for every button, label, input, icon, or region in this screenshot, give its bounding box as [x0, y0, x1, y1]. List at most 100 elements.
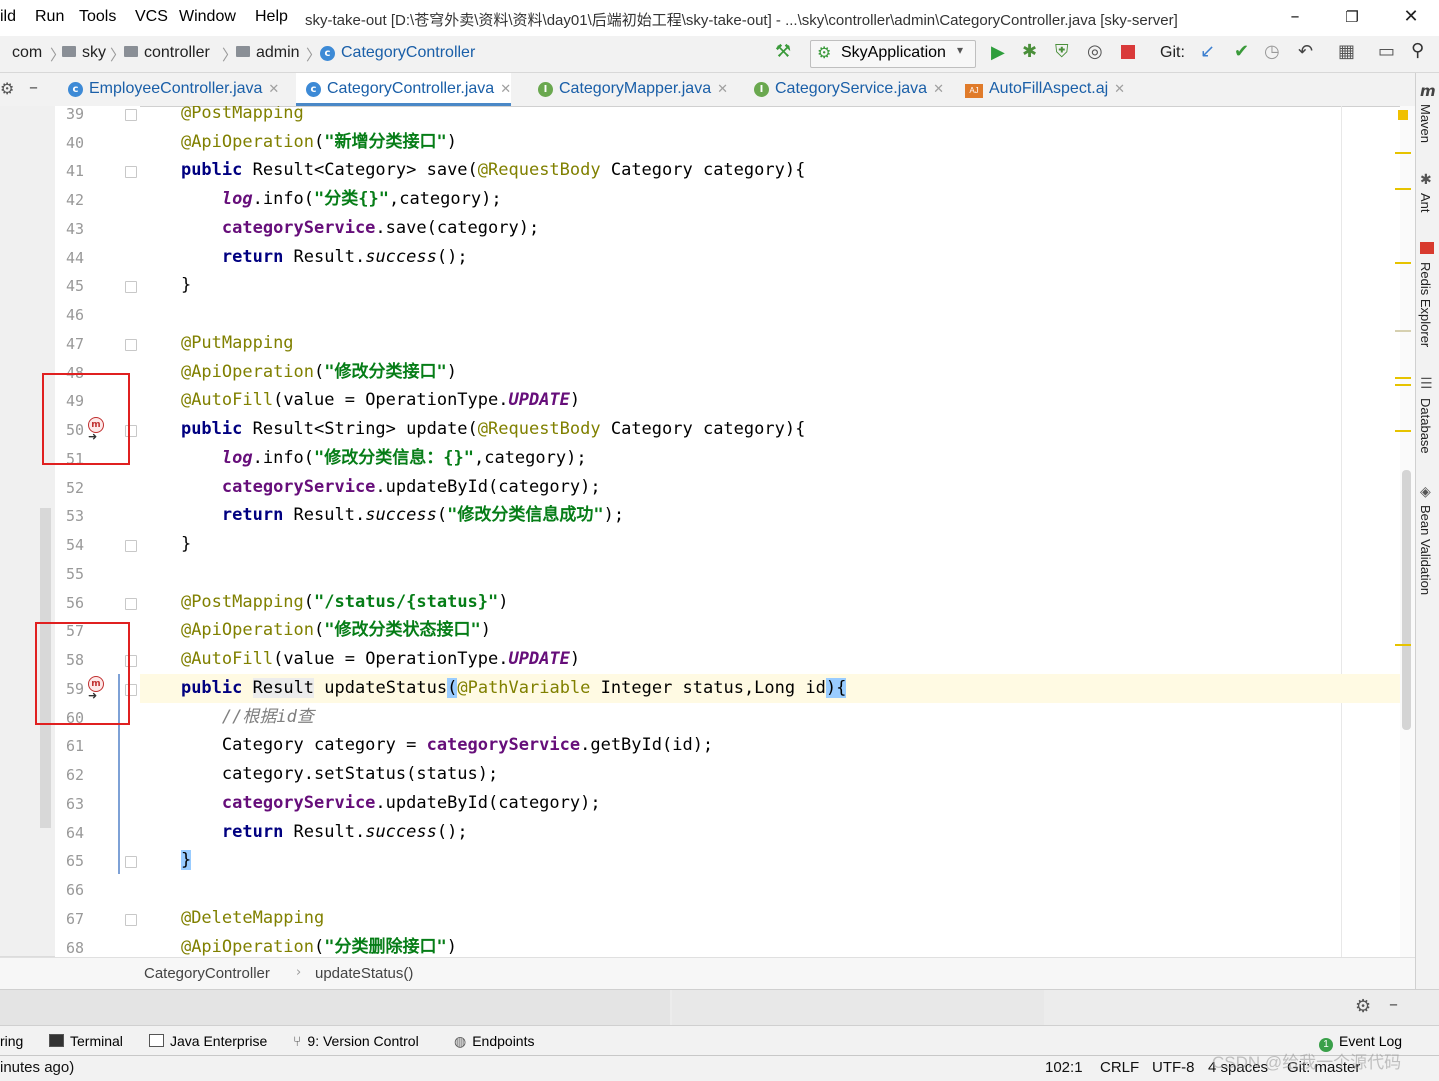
error-stripe-mark[interactable] — [1395, 384, 1411, 386]
close-window-icon[interactable]: ✕ — [1396, 6, 1426, 27]
minimize-icon[interactable]: – — [1280, 6, 1310, 27]
code-line: categoryService.save(category); — [221, 218, 540, 238]
restore-icon[interactable]: ❐ — [1337, 8, 1367, 26]
close-tab-icon[interactable]: ✕ — [500, 81, 511, 96]
search-icon[interactable]: ⚲ — [1411, 41, 1424, 61]
code-line: } — [140, 534, 192, 554]
fold-marker-icon[interactable] — [125, 109, 137, 121]
fold-marker-icon[interactable] — [125, 856, 137, 868]
code-line: return Result.success("修改分类信息成功"); — [221, 505, 625, 525]
error-stripe-mark[interactable] — [1395, 152, 1411, 154]
line-number: 62 — [65, 766, 84, 784]
fold-marker-icon[interactable] — [125, 281, 137, 293]
profile-icon[interactable]: ◎ — [1087, 42, 1103, 62]
tab-categorymapper[interactable]: I CategoryMapper.java ✕ — [528, 73, 728, 106]
tool-database[interactable]: Database — [1418, 398, 1433, 454]
tool-ant[interactable]: Ant — [1418, 193, 1433, 213]
crumb-com[interactable]: com — [12, 44, 42, 62]
line-number: 67 — [65, 910, 84, 928]
panel-settings-gear-icon[interactable]: ⚙ — [1355, 996, 1371, 1017]
crumb-sky[interactable]: sky — [62, 44, 106, 62]
git-rollback-icon[interactable]: ↶ — [1298, 42, 1313, 62]
redis-icon — [1420, 242, 1434, 254]
tool-window-spring[interactable]: ring — [0, 1033, 23, 1049]
panel-hide-icon[interactable]: – — [1389, 994, 1398, 1015]
settings-gear-icon[interactable]: ⚙ — [0, 79, 14, 98]
breadcrumb-method[interactable]: updateStatus() — [315, 965, 413, 982]
fold-marker-icon[interactable] — [125, 914, 137, 926]
tab-employeecontroller[interactable]: c EmployeeController.java ✕ — [58, 73, 279, 106]
file-encoding[interactable]: UTF-8 — [1152, 1059, 1195, 1076]
git-commit-icon[interactable]: ✔ — [1234, 42, 1249, 62]
run-icon[interactable]: ▶ — [991, 43, 1005, 63]
code-line: @DeleteMapping — [180, 908, 325, 928]
breadcrumb-class[interactable]: CategoryController — [144, 965, 270, 982]
tool-bean-validation[interactable]: Bean Validation — [1418, 505, 1433, 595]
crumb-controller[interactable]: controller — [124, 44, 210, 62]
code-area[interactable]: @PostMapping @ApiOperation("新增分类接口") pub… — [140, 106, 1400, 957]
scrollbar-thumb[interactable] — [1402, 470, 1411, 730]
line-number: 40 — [65, 134, 84, 152]
line-number: 55 — [65, 565, 84, 583]
fold-marker-icon[interactable] — [125, 339, 137, 351]
crumb-admin[interactable]: admin — [236, 44, 300, 62]
fold-marker-icon[interactable] — [125, 598, 137, 610]
close-tab-icon[interactable]: ✕ — [933, 81, 944, 96]
close-tab-icon[interactable]: ✕ — [268, 81, 279, 96]
tool-window-terminal[interactable]: Terminal — [49, 1033, 123, 1049]
git-history-icon[interactable]: ◷ — [1264, 42, 1280, 62]
crumb-separator: 〉 — [222, 46, 238, 64]
code-line: } — [180, 850, 192, 870]
menu-window[interactable]: Window — [179, 8, 236, 26]
close-tab-icon[interactable]: ✕ — [717, 81, 728, 96]
code-line: return Result.success(); — [221, 247, 468, 267]
tool-window-version-control[interactable]: ⑂ 9: Version Control — [293, 1033, 419, 1049]
inspection-status-icon[interactable] — [1398, 110, 1408, 120]
tool-window-java-enterprise[interactable]: Java Enterprise — [149, 1033, 267, 1049]
layout-icon[interactable]: ▭ — [1378, 42, 1395, 62]
endpoints-icon: ◍ — [454, 1033, 467, 1049]
error-stripe-mark[interactable] — [1395, 262, 1411, 264]
code-line: //根据id查 — [221, 707, 314, 727]
git-update-icon[interactable]: ↙ — [1200, 42, 1215, 62]
hide-icon[interactable]: – — [29, 77, 38, 98]
tab-categorycontroller[interactable]: c CategoryController.java ✕ — [296, 73, 512, 106]
line-number: 41 — [65, 162, 84, 180]
line-number: 42 — [65, 191, 84, 209]
crumb-categorycontroller[interactable]: c CategoryController — [320, 44, 475, 62]
menu-help[interactable]: Help — [255, 8, 288, 26]
menu-build[interactable]: ild — [0, 8, 16, 26]
tab-categoryservice[interactable]: I CategoryService.java ✕ — [744, 73, 944, 106]
fold-marker-icon[interactable] — [125, 166, 137, 178]
debug-icon[interactable]: ✱ — [1022, 42, 1037, 62]
tool-maven[interactable]: Maven — [1418, 104, 1433, 143]
tab-autofillaspect[interactable]: AJ AutoFillAspect.aj ✕ — [955, 73, 1125, 106]
line-number: 63 — [65, 795, 84, 813]
code-line: @PutMapping — [180, 333, 294, 353]
error-stripe-mark[interactable] — [1395, 377, 1411, 379]
project-structure-icon[interactable]: ▦ — [1338, 42, 1355, 62]
code-line: @ApiOperation("新增分类接口") — [180, 132, 457, 152]
fold-marker-icon[interactable] — [125, 540, 137, 552]
menu-vcs[interactable]: VCS — [135, 8, 168, 26]
close-tab-icon[interactable]: ✕ — [1114, 81, 1125, 96]
error-stripe-mark[interactable] — [1395, 188, 1411, 190]
line-separator[interactable]: CRLF — [1100, 1059, 1139, 1076]
tool-redis-explorer[interactable]: Redis Explorer — [1418, 262, 1433, 347]
code-line: return Result.success(); — [221, 822, 468, 842]
error-stripe-mark[interactable] — [1395, 430, 1411, 432]
menu-run[interactable]: Run — [35, 8, 64, 26]
error-stripe-mark[interactable] — [1395, 330, 1411, 332]
class-icon: c — [320, 46, 335, 61]
stop-icon[interactable] — [1121, 45, 1135, 59]
caret-position[interactable]: 102:1 — [1045, 1059, 1083, 1076]
class-icon: c — [306, 82, 321, 97]
coverage-icon[interactable]: ⛨ — [1055, 42, 1069, 62]
run-config-dropdown[interactable]: ⚙ SkyApplication ▾ — [810, 40, 976, 68]
error-stripe-mark[interactable] — [1395, 644, 1411, 646]
code-breadcrumb-bar: CategoryController › updateStatus() — [0, 957, 1415, 990]
code-line: @AutoFill(value = OperationType.UPDATE) — [180, 649, 581, 669]
tool-window-endpoints[interactable]: ◍ Endpoints — [454, 1033, 535, 1050]
menu-tools[interactable]: Tools — [79, 8, 116, 26]
build-hammer-icon[interactable]: ⚒ — [775, 42, 791, 62]
